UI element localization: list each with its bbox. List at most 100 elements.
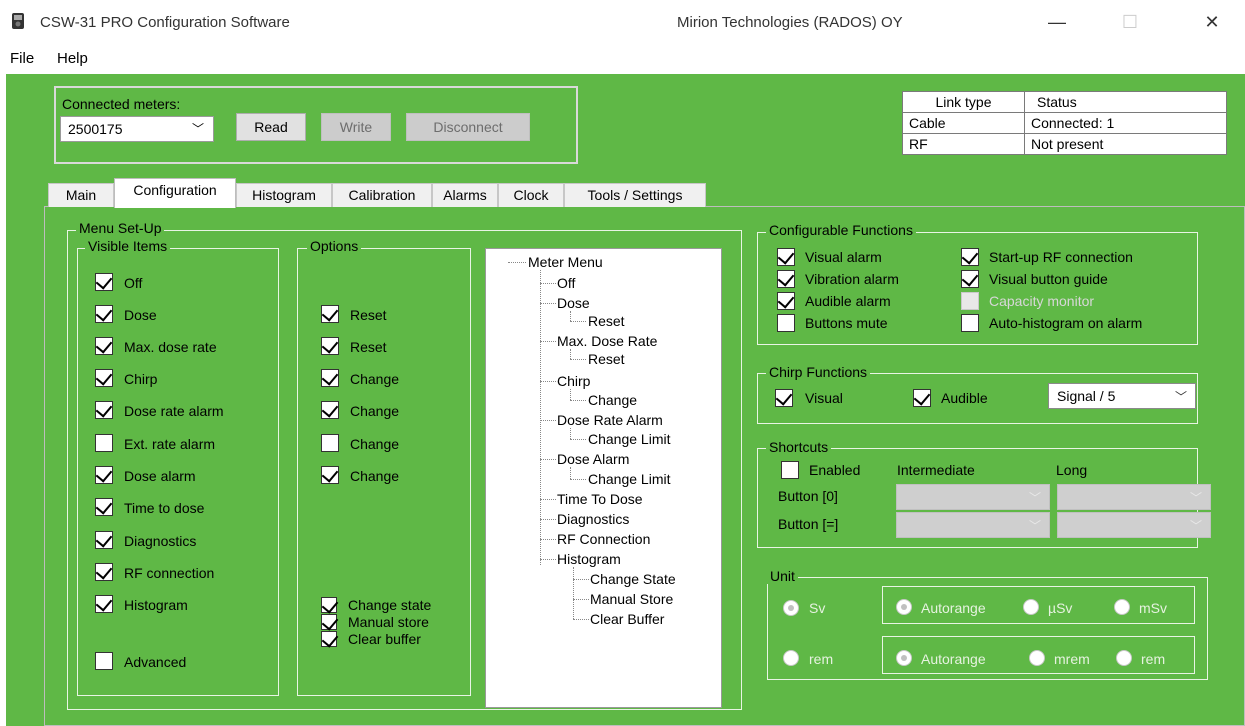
menu-help[interactable]: Help bbox=[57, 50, 88, 67]
chevron-down-icon: ﹀ bbox=[1189, 519, 1202, 533]
function-label: Buttons mute bbox=[805, 315, 888, 331]
minimize-button[interactable]: — bbox=[1037, 8, 1077, 36]
tree-connector bbox=[570, 321, 586, 322]
shortcut-button0-label: Button [0] bbox=[778, 488, 838, 504]
tree-item[interactable]: Dose Rate Alarm bbox=[557, 412, 663, 428]
tree-item[interactable]: Change State bbox=[590, 571, 676, 587]
maximize-icon: ☐ bbox=[1121, 12, 1139, 32]
radio-sv[interactable] bbox=[783, 600, 799, 616]
unit-rem-label: rem bbox=[809, 651, 834, 667]
tree-connector bbox=[540, 381, 556, 382]
tree-item[interactable]: Dose bbox=[557, 295, 590, 311]
checkbox-startup-rf[interactable] bbox=[961, 248, 979, 266]
write-button[interactable]: Write bbox=[321, 113, 391, 141]
tree-root[interactable]: Meter Menu bbox=[528, 254, 603, 270]
shortcut-button0-long-select[interactable]: ﹀ bbox=[1057, 484, 1211, 510]
tree-item[interactable]: Time To Dose bbox=[557, 491, 643, 507]
checkbox-vibration-alarm[interactable] bbox=[777, 270, 795, 288]
checkbox-manual-store[interactable] bbox=[321, 614, 337, 630]
checkbox-dose-alarm[interactable] bbox=[95, 466, 113, 484]
tree-item[interactable]: Clear Buffer bbox=[590, 611, 664, 627]
checkbox-option-ext-rate-change[interactable] bbox=[321, 434, 339, 452]
checkbox-visual-alarm[interactable] bbox=[777, 248, 795, 266]
checkbox-rf-connection[interactable] bbox=[95, 563, 113, 581]
tab-calibration[interactable]: Calibration bbox=[332, 183, 432, 207]
tree-item[interactable]: Dose Alarm bbox=[557, 451, 629, 467]
read-button[interactable]: Read bbox=[236, 113, 306, 141]
minimize-icon: — bbox=[1048, 12, 1066, 32]
radio-rem[interactable] bbox=[783, 650, 799, 666]
tab-histogram[interactable]: Histogram bbox=[236, 183, 332, 207]
checkbox-auto-histogram[interactable] bbox=[961, 314, 979, 332]
menu-bar bbox=[0, 44, 1245, 74]
tree-item[interactable]: Manual Store bbox=[590, 591, 673, 607]
checkbox-shortcuts-enabled[interactable] bbox=[781, 461, 799, 479]
checkbox-histogram[interactable] bbox=[95, 595, 113, 613]
checkbox-off[interactable] bbox=[95, 273, 113, 291]
tree-item[interactable]: Reset bbox=[588, 351, 625, 367]
tree-item[interactable]: Histogram bbox=[557, 551, 621, 567]
radio-usv[interactable] bbox=[1023, 599, 1039, 615]
checkbox-clear-buffer[interactable] bbox=[321, 631, 337, 647]
tab-clock[interactable]: Clock bbox=[498, 183, 564, 207]
tree-connector bbox=[570, 467, 571, 479]
checkbox-chirp-audible[interactable] bbox=[913, 389, 931, 407]
tree-item[interactable]: Change bbox=[588, 392, 637, 408]
visible-item-label: Chirp bbox=[124, 371, 158, 387]
tree-connector bbox=[570, 428, 571, 439]
checkbox-visual-button-guide[interactable] bbox=[961, 270, 979, 288]
tree-connector bbox=[540, 420, 556, 421]
tree-connector bbox=[540, 559, 556, 560]
chirp-signal-value: Signal / 5 bbox=[1057, 388, 1116, 404]
shortcut-button1-label: Button [=] bbox=[778, 516, 839, 532]
tree-connector bbox=[570, 389, 571, 400]
tree-item[interactable]: Chirp bbox=[557, 373, 590, 389]
radio-rem-unit[interactable] bbox=[1116, 650, 1132, 666]
checkbox-advanced[interactable] bbox=[95, 652, 113, 670]
menu-file[interactable]: File bbox=[10, 50, 34, 67]
tree-item[interactable]: Max. Dose Rate bbox=[557, 333, 657, 349]
shortcut-button1-long-select[interactable]: ﹀ bbox=[1057, 512, 1211, 538]
checkbox-dose-rate-alarm[interactable] bbox=[95, 401, 113, 419]
radio-sv-autorange[interactable] bbox=[896, 599, 912, 615]
tab-main[interactable]: Main bbox=[48, 183, 114, 207]
table-header: Status bbox=[1024, 91, 1227, 113]
checkbox-option-dose-rate-change[interactable] bbox=[321, 401, 339, 419]
checkbox-diagnostics[interactable] bbox=[95, 531, 113, 549]
tree-item[interactable]: Diagnostics bbox=[557, 511, 629, 527]
window-title: CSW-31 PRO Configuration Software bbox=[40, 14, 290, 31]
tree-item[interactable]: RF Connection bbox=[557, 531, 650, 547]
checkbox-option-dose-reset[interactable] bbox=[321, 305, 339, 323]
tab-configuration[interactable]: Configuration bbox=[114, 178, 236, 208]
tab-alarms[interactable]: Alarms bbox=[432, 183, 498, 207]
checkbox-chirp[interactable] bbox=[95, 369, 113, 387]
tree-item[interactable]: Reset bbox=[588, 313, 625, 329]
tree-item[interactable]: Change Limit bbox=[588, 431, 671, 447]
checkbox-audible-alarm[interactable] bbox=[777, 292, 795, 310]
close-button[interactable]: ✕ bbox=[1192, 8, 1232, 36]
disconnect-button[interactable]: Disconnect bbox=[406, 113, 530, 141]
checkbox-option-max-reset[interactable] bbox=[321, 337, 339, 355]
shortcut-button1-intermediate-select[interactable]: ﹀ bbox=[896, 512, 1050, 538]
tree-item[interactable]: Change Limit bbox=[588, 471, 671, 487]
tree-item[interactable]: Off bbox=[557, 275, 575, 291]
maximize-button[interactable]: ☐ bbox=[1110, 8, 1150, 36]
radio-rem-autorange[interactable] bbox=[896, 650, 912, 666]
chirp-signal-select[interactable]: Signal / 5 ﹀ bbox=[1048, 383, 1196, 409]
radio-msv[interactable] bbox=[1114, 599, 1130, 615]
shortcut-button0-intermediate-select[interactable]: ﹀ bbox=[896, 484, 1050, 510]
checkbox-option-chirp-change[interactable] bbox=[321, 369, 339, 387]
checkbox-ext-rate-alarm[interactable] bbox=[95, 434, 113, 452]
checkbox-option-dose-alarm-change[interactable] bbox=[321, 466, 339, 484]
checkbox-capacity-monitor[interactable] bbox=[961, 292, 979, 310]
checkbox-time-to-dose[interactable] bbox=[95, 498, 113, 516]
checkbox-buttons-mute[interactable] bbox=[777, 314, 795, 332]
checkbox-dose[interactable] bbox=[95, 305, 113, 323]
function-label: Vibration alarm bbox=[805, 271, 899, 287]
checkbox-change-state[interactable] bbox=[321, 597, 337, 613]
checkbox-chirp-visual[interactable] bbox=[775, 389, 793, 407]
table-header: Link type bbox=[902, 91, 1025, 113]
radio-mrem[interactable] bbox=[1029, 650, 1045, 666]
tab-tools-settings[interactable]: Tools / Settings bbox=[564, 183, 706, 207]
checkbox-max-dose-rate[interactable] bbox=[95, 337, 113, 355]
